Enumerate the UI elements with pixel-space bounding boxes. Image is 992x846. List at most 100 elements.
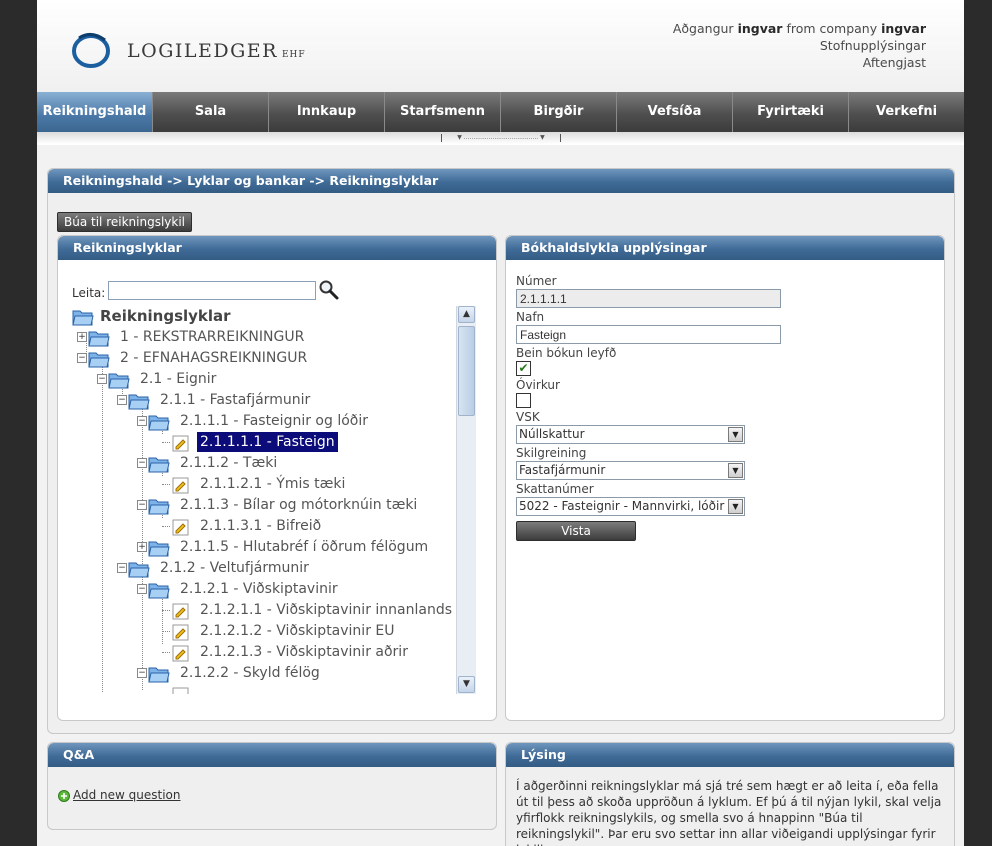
basic-info-link[interactable]: Stofnupplýsingar: [673, 37, 926, 54]
account-key-icon: [172, 645, 189, 662]
vat-value: Núllskattur: [519, 427, 585, 441]
collapse-icon[interactable]: −: [137, 500, 147, 510]
tree-node-label: 2.1.1.2.1 - Ýmis tæki: [200, 476, 346, 492]
collapse-icon[interactable]: −: [137, 584, 147, 594]
tree-connector: [162, 484, 170, 485]
scroll-thumb[interactable]: [458, 326, 475, 416]
collapse-icon[interactable]: −: [117, 563, 127, 573]
folder-open-icon: [148, 583, 170, 599]
logo-text: LOGILEDGER EHF: [127, 40, 306, 62]
folder-open-icon: [88, 352, 110, 368]
tree-node-label: 2.1.2.1.1 - Viðskiptavinir innanlands: [200, 602, 453, 618]
page: LOGILEDGER EHF Aðgangur ingvar from compa…: [37, 0, 964, 846]
breadcrumb: Reikningshald -> Lyklar og bankar -> Rei…: [48, 169, 954, 193]
create-account-key-button[interactable]: Búa til reikningslykil: [57, 212, 192, 232]
logo-icon: [72, 33, 110, 68]
inactive-checkbox[interactable]: [516, 393, 531, 408]
chevron-down-icon: ▼: [728, 463, 743, 478]
folder-open-icon: [108, 373, 130, 389]
nav-sala[interactable]: Sala: [153, 92, 269, 132]
tax-number-label: Skattanúmer: [516, 482, 594, 496]
details-panel: Bókhaldslykla upplýsingar Númer Nafn Bei…: [505, 235, 945, 721]
user-box: Aðgangur ingvar from company ingvar Stof…: [673, 20, 926, 71]
collapse-icon[interactable]: −: [97, 374, 107, 384]
tree-node-label: 2.1.1.3.1 - Bifreið: [200, 518, 322, 534]
collapse-icon[interactable]: −: [77, 353, 87, 363]
add-question-link[interactable]: Add new question: [73, 788, 181, 802]
tree-panel: Reikningslyklar Leita: Reikningslyklar +…: [57, 235, 497, 721]
collapse-icon[interactable]: −: [137, 668, 147, 678]
search-icon[interactable]: [318, 279, 340, 301]
folder-open-icon: [128, 562, 150, 578]
tree-connector: [162, 442, 170, 443]
tax-number-select[interactable]: 5022 - Fasteignir - Mannvirki, lóðir o ▼: [516, 497, 745, 516]
vat-label: VSK: [516, 410, 540, 424]
account-key-icon: [172, 435, 189, 452]
expand-icon[interactable]: +: [137, 542, 147, 552]
classification-select[interactable]: Fastafjármunir ▼: [516, 461, 745, 480]
account-key-icon: [172, 603, 189, 620]
name-label: Nafn: [516, 310, 545, 324]
logout-link[interactable]: Aftengjast: [673, 54, 926, 71]
tree-node-label: 2.1.1.3 - Bílar og mótorknúin tæki: [180, 497, 418, 513]
collapse-icon[interactable]: −: [137, 458, 147, 468]
number-label: Númer: [516, 274, 557, 288]
tree-connector: [162, 610, 170, 611]
tree-node-label: 2.1.1.5 - Hlutabréf í öðrum félögum: [180, 539, 429, 555]
main-nav: Reikningshald Sala Innkaup Starfsmenn Bi…: [37, 92, 964, 132]
access-label: Aðgangur: [672, 21, 734, 36]
tree-connector: [162, 592, 163, 644]
nav-birgdir[interactable]: Birgðir: [501, 92, 617, 132]
tree-node-label: 2.1.2.1.2 - Viðskiptavinir EU: [200, 623, 395, 639]
search-label: Leita:: [72, 286, 106, 300]
inactive-label: Óvirkur: [516, 378, 560, 392]
tree-connector: [162, 631, 170, 632]
chevron-down-icon: ▼: [728, 499, 743, 514]
scroll-up-icon[interactable]: ▲: [458, 306, 475, 323]
nav-vefsida[interactable]: Vefsíða: [617, 92, 733, 132]
collapse-icon[interactable]: −: [137, 416, 147, 426]
vat-select[interactable]: Núllskattur ▼: [516, 425, 745, 444]
direct-posting-checkbox[interactable]: ✔: [516, 361, 531, 376]
tree-node-label: 2 - EFNAHAGSREIKNINGUR: [120, 350, 308, 366]
tree-node-label: 2.1.1 - Fastafjármunir: [160, 392, 311, 408]
save-button[interactable]: Vista: [516, 521, 636, 541]
header: LOGILEDGER EHF Aðgangur ingvar from compa…: [37, 0, 964, 92]
tree-node-label: 2.1 - Eignir: [140, 371, 217, 387]
expand-icon[interactable]: +: [77, 332, 87, 342]
tree-connector: [162, 526, 170, 527]
details-panel-title: Bókhaldslykla upplýsingar: [506, 236, 944, 260]
logo-suffix: EHF: [281, 50, 306, 60]
qa-panel-title: Q&A: [48, 743, 496, 767]
description-panel-title: Lýsing: [506, 743, 954, 767]
folder-icon: [148, 541, 170, 557]
nav-starfsmenn[interactable]: Starfsmenn: [385, 92, 501, 132]
folder-open-icon: [148, 667, 170, 683]
tree-connector: [102, 362, 103, 692]
nav-fyrirtaeki[interactable]: Fyrirtæki: [733, 92, 849, 132]
tree-node-label: 1 - REKSTRARREIKNINGUR: [120, 329, 305, 345]
logo-name: LOGILEDGER: [127, 40, 278, 62]
tree-node-label: Reikningslyklar: [100, 307, 231, 325]
from-company-label: from company: [786, 21, 878, 36]
nav-verkefni[interactable]: Verkefni: [849, 92, 964, 132]
tree-scrollbar[interactable]: ▲ ▼: [456, 306, 476, 694]
company-name: ingvar: [881, 21, 926, 36]
collapse-icon[interactable]: −: [117, 395, 127, 405]
folder-open-icon: [148, 499, 170, 515]
account-key-icon: [172, 624, 189, 641]
tree-node-label: 2.1.2.1.3 - Viðskiptavinir aðrir: [200, 644, 408, 660]
submenu-handle[interactable]: ▼ ......................................…: [441, 134, 561, 142]
search-input[interactable]: [108, 281, 316, 300]
name-field[interactable]: [516, 325, 781, 344]
tree-node-label: 2.1.2.1 - Viðskiptavinir: [180, 581, 338, 597]
description-text: Í aðgerðinni reikningslyklar má sjá tré …: [516, 779, 942, 846]
tree-node-label: 2.1.2.2 - Skyld félög: [180, 665, 320, 681]
tree-node-label: 2.1.1.1 - Fasteignir og lóðir: [180, 413, 368, 429]
nav-innkaup[interactable]: Innkaup: [269, 92, 385, 132]
folder-open-icon: [148, 415, 170, 431]
account-key-icon: [172, 687, 189, 694]
scroll-down-icon[interactable]: ▼: [458, 676, 475, 693]
tax-number-value: 5022 - Fasteignir - Mannvirki, lóðir o: [519, 499, 736, 513]
nav-reikningshald[interactable]: Reikningshald: [37, 92, 153, 132]
